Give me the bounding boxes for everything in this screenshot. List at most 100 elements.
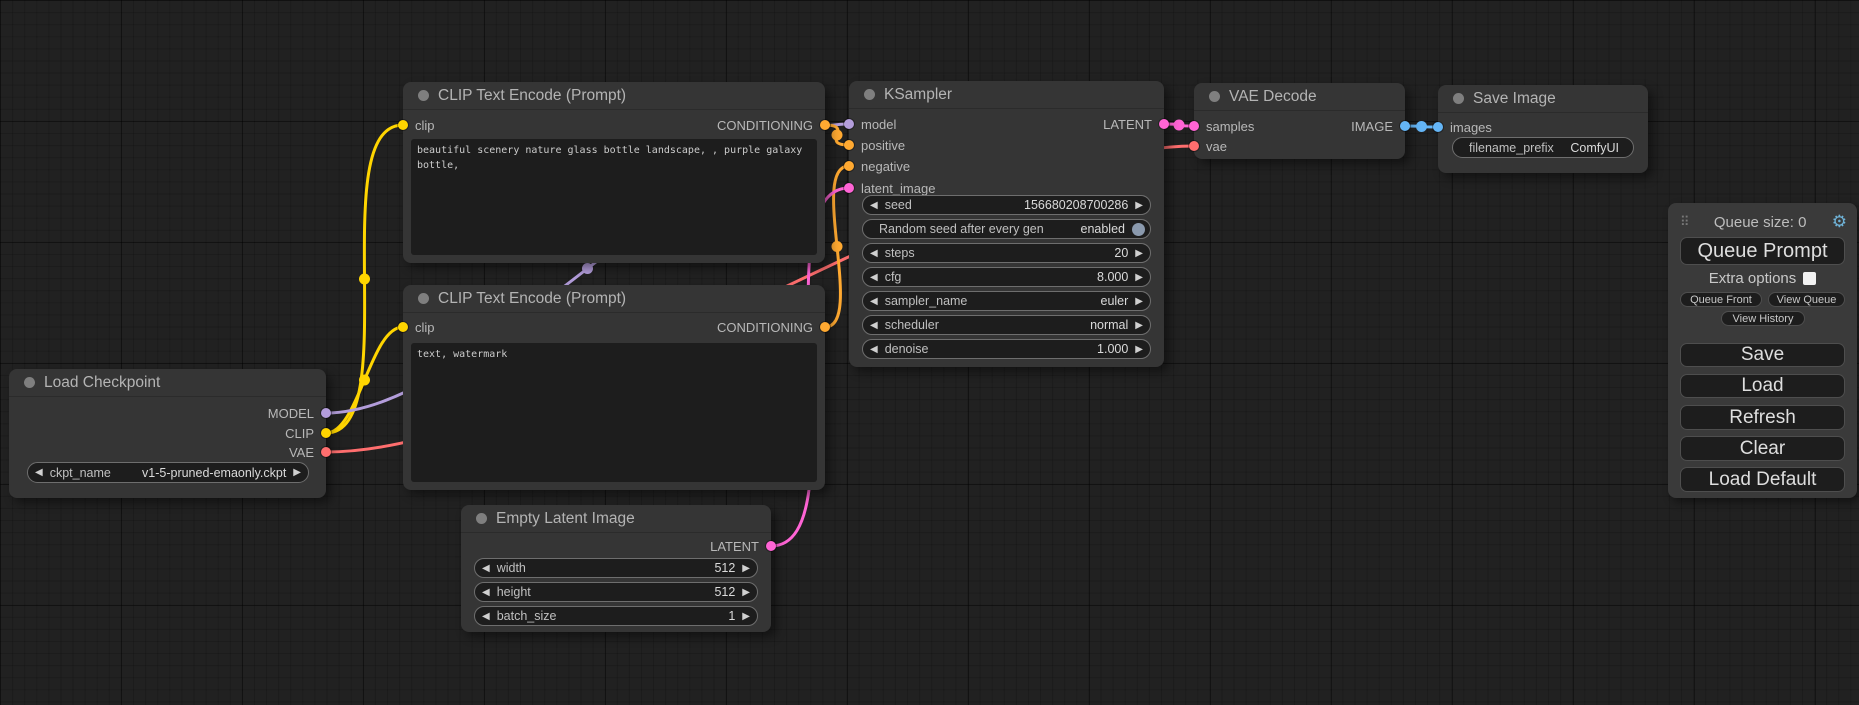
queue-prompt-button[interactable]: Queue Prompt	[1680, 237, 1845, 265]
extra-options-checkbox[interactable]	[1803, 272, 1816, 285]
steps-widget[interactable]: ◀ steps 20 ▶	[862, 243, 1151, 263]
decrement-arrow-icon[interactable]: ◀	[475, 587, 497, 598]
increment-arrow-icon[interactable]: ▶	[286, 467, 308, 478]
node-title-bar[interactable]: KSampler	[849, 81, 1164, 109]
link-midpoint-dot[interactable]	[1174, 120, 1185, 131]
height-widget[interactable]: ◀ height 512 ▶	[474, 582, 758, 602]
node-clip-text-encode-negative[interactable]: CLIP Text Encode (Prompt) clip CONDITION…	[403, 285, 825, 490]
vae-port-icon[interactable]	[1189, 141, 1199, 151]
latent-port-icon[interactable]	[1189, 121, 1199, 131]
view-queue-button[interactable]: View Queue	[1768, 292, 1845, 307]
queue-panel[interactable]: ⠿ Queue size: 0 ⚙ Queue Prompt Extra opt…	[1668, 203, 1857, 498]
link-midpoint-dot[interactable]	[1416, 121, 1427, 132]
model-port-icon[interactable]	[321, 408, 331, 418]
toggle-dot-icon[interactable]	[1132, 223, 1145, 236]
node-title-bar[interactable]: Save Image	[1438, 85, 1648, 113]
decrement-arrow-icon[interactable]: ◀	[863, 320, 885, 331]
settings-gear-icon[interactable]: ⚙	[1832, 212, 1847, 232]
refresh-button[interactable]: Refresh	[1680, 405, 1845, 430]
input-slot-positive[interactable]: positive	[844, 137, 905, 153]
clip-port-icon[interactable]	[398, 120, 408, 130]
output-slot-vae[interactable]: VAE	[289, 444, 331, 460]
collapse-dot-icon[interactable]	[418, 293, 429, 304]
vae-port-icon[interactable]	[321, 447, 331, 457]
load-default-button[interactable]: Load Default	[1680, 467, 1845, 492]
scheduler-widget[interactable]: ◀ scheduler normal ▶	[862, 315, 1151, 335]
input-slot-images[interactable]: images	[1433, 119, 1492, 135]
save-button[interactable]: Save	[1680, 343, 1845, 367]
load-button[interactable]: Load	[1680, 374, 1845, 398]
decrement-arrow-icon[interactable]: ◀	[28, 467, 50, 478]
node-ksampler[interactable]: KSampler model positive negative latent_…	[849, 81, 1164, 367]
clear-button[interactable]: Clear	[1680, 436, 1845, 461]
prompt-textarea[interactable]: text, watermark	[411, 343, 817, 482]
view-history-button[interactable]: View History	[1721, 311, 1805, 326]
width-widget[interactable]: ◀ width 512 ▶	[474, 558, 758, 578]
increment-arrow-icon[interactable]: ▶	[1128, 320, 1150, 331]
drag-handle-icon[interactable]: ⠿	[1680, 214, 1689, 230]
clip-port-icon[interactable]	[321, 428, 331, 438]
prompt-textarea[interactable]: beautiful scenery nature glass bottle la…	[411, 139, 817, 255]
decrement-arrow-icon[interactable]: ◀	[475, 611, 497, 622]
input-slot-negative[interactable]: negative	[844, 158, 910, 174]
input-slot-vae[interactable]: vae	[1189, 138, 1227, 154]
filename-prefix-widget[interactable]: filename_prefix ComfyUI	[1452, 137, 1634, 158]
collapse-dot-icon[interactable]	[1453, 93, 1464, 104]
sampler-name-widget[interactable]: ◀ sampler_name euler ▶	[862, 291, 1151, 311]
collapse-dot-icon[interactable]	[476, 513, 487, 524]
latent-port-icon[interactable]	[844, 183, 854, 193]
seed-widget[interactable]: ◀ seed 156680208700286 ▶	[862, 195, 1151, 215]
conditioning-port-icon[interactable]	[820, 120, 830, 130]
output-slot-image[interactable]: IMAGE	[1351, 118, 1410, 134]
clip-port-icon[interactable]	[398, 322, 408, 332]
node-title-bar[interactable]: CLIP Text Encode (Prompt)	[403, 285, 825, 313]
output-slot-latent[interactable]: LATENT	[710, 538, 776, 554]
node-load-checkpoint[interactable]: Load Checkpoint MODEL CLIP VAE ◀ ckpt_na…	[9, 369, 326, 498]
decrement-arrow-icon[interactable]: ◀	[863, 200, 885, 211]
collapse-dot-icon[interactable]	[1209, 91, 1220, 102]
node-save-image[interactable]: Save Image images filename_prefix ComfyU…	[1438, 85, 1648, 173]
output-slot-clip[interactable]: CLIP	[285, 425, 331, 441]
node-title-bar[interactable]: VAE Decode	[1194, 83, 1405, 111]
link-midpoint-dot[interactable]	[582, 263, 593, 274]
input-slot-model[interactable]: model	[844, 116, 896, 132]
node-empty-latent-image[interactable]: Empty Latent Image LATENT ◀ width 512 ▶ …	[461, 505, 771, 632]
latent-port-icon[interactable]	[766, 541, 776, 551]
output-slot-latent[interactable]: LATENT	[1103, 116, 1169, 132]
input-slot-latent-image[interactable]: latent_image	[844, 180, 935, 196]
collapse-dot-icon[interactable]	[418, 90, 429, 101]
increment-arrow-icon[interactable]: ▶	[735, 563, 757, 574]
increment-arrow-icon[interactable]: ▶	[1128, 200, 1150, 211]
link-midpoint-dot[interactable]	[832, 130, 843, 141]
decrement-arrow-icon[interactable]: ◀	[863, 344, 885, 355]
collapse-dot-icon[interactable]	[864, 89, 875, 100]
increment-arrow-icon[interactable]: ▶	[735, 611, 757, 622]
batch-size-widget[interactable]: ◀ batch_size 1 ▶	[474, 606, 758, 626]
decrement-arrow-icon[interactable]: ◀	[475, 563, 497, 574]
image-port-icon[interactable]	[1400, 121, 1410, 131]
denoise-widget[interactable]: ◀ denoise 1.000 ▶	[862, 339, 1151, 359]
node-clip-text-encode-positive[interactable]: CLIP Text Encode (Prompt) clip CONDITION…	[403, 82, 825, 263]
link-midpoint-dot[interactable]	[359, 274, 370, 285]
link-midpoint-dot[interactable]	[359, 375, 370, 386]
increment-arrow-icon[interactable]: ▶	[1128, 296, 1150, 307]
image-port-icon[interactable]	[1433, 122, 1443, 132]
decrement-arrow-icon[interactable]: ◀	[863, 296, 885, 307]
decrement-arrow-icon[interactable]: ◀	[863, 272, 885, 283]
input-slot-clip[interactable]: clip	[398, 117, 435, 133]
link-midpoint-dot[interactable]	[832, 241, 843, 252]
node-vae-decode[interactable]: VAE Decode samples vae IMAGE	[1194, 83, 1405, 159]
collapse-dot-icon[interactable]	[24, 377, 35, 388]
output-slot-model[interactable]: MODEL	[268, 405, 331, 421]
increment-arrow-icon[interactable]: ▶	[1128, 248, 1150, 259]
conditioning-port-icon[interactable]	[844, 161, 854, 171]
random-seed-toggle-widget[interactable]: Random seed after every gen enabled	[862, 219, 1151, 239]
latent-port-icon[interactable]	[1159, 119, 1169, 129]
conditioning-port-icon[interactable]	[820, 322, 830, 332]
increment-arrow-icon[interactable]: ▶	[735, 587, 757, 598]
output-slot-conditioning[interactable]: CONDITIONING	[717, 319, 830, 335]
input-slot-clip[interactable]: clip	[398, 319, 435, 335]
node-title-bar[interactable]: CLIP Text Encode (Prompt)	[403, 82, 825, 110]
node-title-bar[interactable]: Empty Latent Image	[461, 505, 771, 533]
cfg-widget[interactable]: ◀ cfg 8.000 ▶	[862, 267, 1151, 287]
